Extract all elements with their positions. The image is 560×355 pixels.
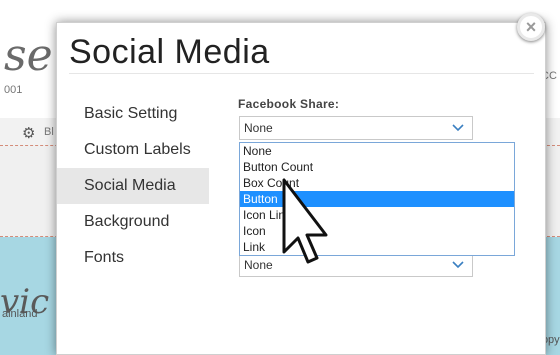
facebook-share-label: Facebook Share: bbox=[238, 97, 340, 111]
close-icon[interactable]: × bbox=[517, 13, 545, 41]
option-button-count[interactable]: Button Count bbox=[240, 159, 514, 175]
background-script-heading: se bbox=[4, 30, 53, 81]
settings-nav: Basic Setting Custom Labels Social Media… bbox=[57, 96, 209, 276]
background-footer-left: ainland bbox=[2, 308, 38, 320]
facebook-share-value: None bbox=[244, 121, 273, 135]
title-divider bbox=[69, 73, 534, 74]
nav-item-custom-labels[interactable]: Custom Labels bbox=[57, 132, 209, 168]
background-toolbar-text: Bl bbox=[44, 126, 54, 138]
background-small-text-left: 001 bbox=[4, 84, 23, 96]
nav-item-basic-setting[interactable]: Basic Setting bbox=[57, 96, 209, 132]
chevron-down-icon bbox=[452, 254, 464, 283]
second-select-value: None bbox=[244, 258, 273, 272]
facebook-share-select[interactable]: None bbox=[239, 116, 473, 140]
second-select[interactable]: None bbox=[239, 253, 473, 277]
modal-title: Social Media bbox=[69, 33, 270, 71]
option-none[interactable]: None bbox=[240, 143, 514, 159]
gear-icon: ⚙ bbox=[22, 125, 36, 142]
nav-item-background[interactable]: Background bbox=[57, 204, 209, 240]
mouse-pointer-icon bbox=[282, 178, 328, 264]
nav-item-social-media[interactable]: Social Media bbox=[57, 168, 209, 204]
nav-item-fonts[interactable]: Fonts bbox=[57, 240, 209, 276]
